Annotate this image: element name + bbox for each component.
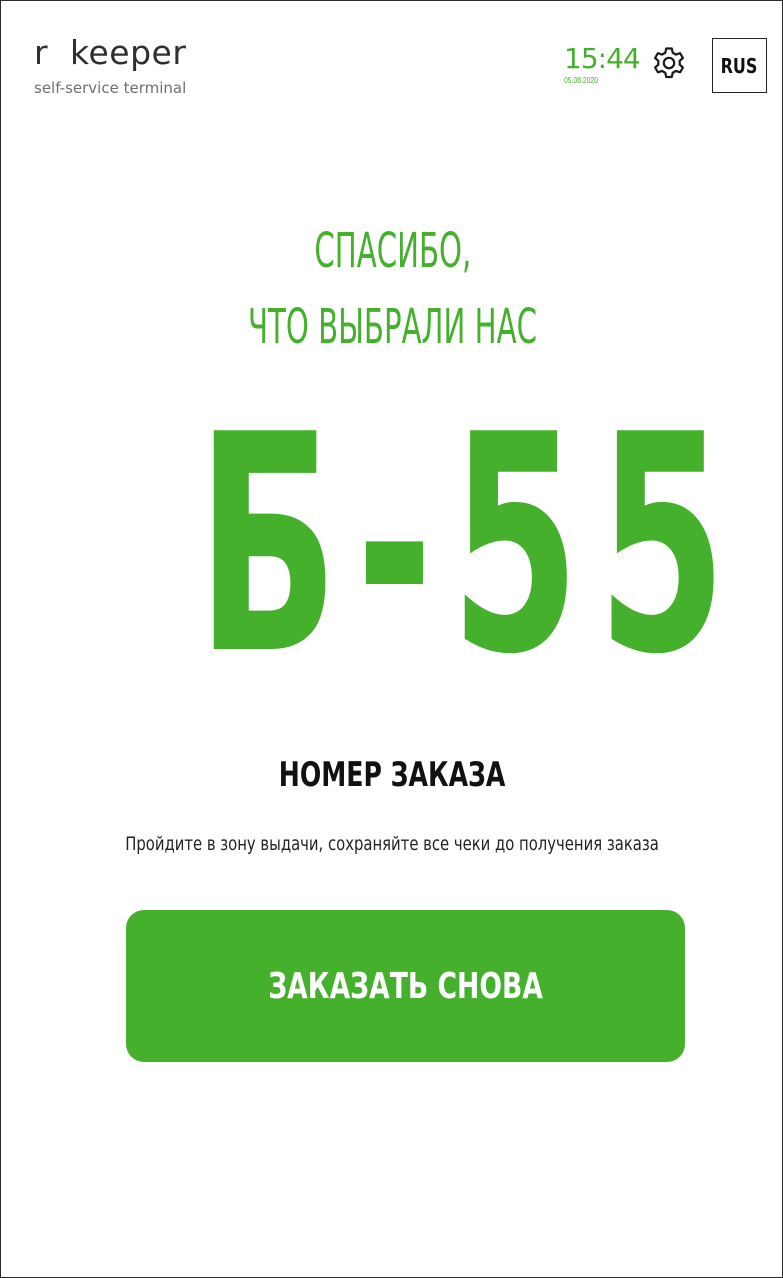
- thank-you-line-1: СПАСИБО,: [314, 223, 471, 279]
- logo-wordmark: r keeper: [34, 33, 187, 72]
- order-number-caption: НОМЕР ЗАКАЗА: [279, 755, 506, 795]
- language-button[interactable]: RUS: [712, 38, 767, 93]
- order-number-value: Б-55: [196, 371, 744, 720]
- order-number-label: НОМЕР ЗАКАЗА: [1, 753, 783, 797]
- gear-icon[interactable]: [651, 45, 687, 81]
- thank-you-heading: СПАСИБО, ЧТО ВЫБРАЛИ НАС: [1, 213, 783, 365]
- clock-time: 15:44: [564, 42, 641, 75]
- order-again-button[interactable]: ЗАКАЗАТЬ СНОВА: [126, 910, 685, 1062]
- brand-logo: r keeper self-service terminal: [34, 33, 254, 103]
- pickup-hint-text: Пройдите в зону выдачи, сохраняйте все ч…: [125, 833, 660, 855]
- clock: 15:44 05.08.2020: [564, 43, 644, 91]
- clock-date: 05.08.2020: [564, 76, 599, 85]
- order-again-label: ЗАКАЗАТЬ СНОВА: [268, 965, 543, 1007]
- terminal-screen: r keeper self-service terminal 15:44 05.…: [0, 0, 783, 1278]
- pickup-hint: Пройдите в зону выдачи, сохраняйте все ч…: [1, 831, 783, 857]
- thank-you-line-2: ЧТО ВЫБРАЛИ НАС: [248, 299, 537, 355]
- logo-tagline: self-service terminal: [34, 79, 187, 97]
- language-label: RUS: [721, 53, 758, 78]
- order-number: Б-55: [1, 396, 783, 696]
